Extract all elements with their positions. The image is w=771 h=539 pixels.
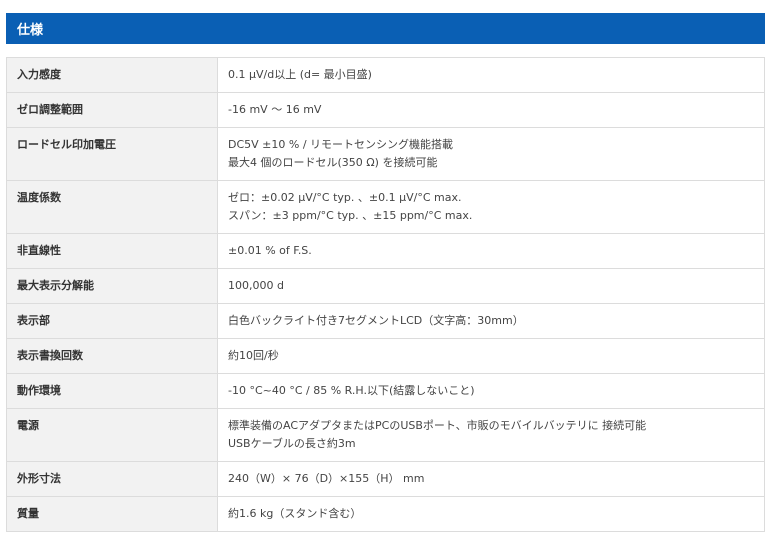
spec-value-line: USBケーブルの長さ約3m [228, 437, 356, 450]
table-row: 外形寸法 240（W）× 76（D）×155（H） mm [6, 461, 765, 497]
table-row: ロードセル印加電圧 DC5V ±10 % / リモートセンシング機能搭載 最大4… [6, 127, 765, 181]
spec-value-line: ±0.01 % of F.S. [228, 244, 312, 257]
table-row: 電源 標準装備のACアダプタまたはPCのUSBポート、市販のモバイルバッテリに … [6, 408, 765, 462]
spec-value-line: 240（W）× 76（D）×155（H） mm [228, 472, 425, 485]
spec-value: 0.1 μV/d以上 (d= 最小目盛) [217, 57, 765, 93]
spec-label: 外形寸法 [6, 461, 218, 497]
spec-value: 約10回/秒 [217, 338, 765, 374]
spec-value-line: DC5V ±10 % / リモートセンシング機能搭載 [228, 138, 454, 151]
spec-value: -10 °C~40 °C / 85 % R.H.以下(結露しないこと) [217, 373, 765, 409]
spec-label: 非直線性 [6, 233, 218, 269]
spec-value-line: 100,000 d [228, 279, 284, 292]
spec-value: 白色バックライト付き7セグメントLCD（文字高：30mm） [217, 303, 765, 339]
spec-value-line: ゼロ：±0.02 μV/°C typ. 、±0.1 μV/°C max. [228, 191, 462, 204]
spec-label: 質量 [6, 496, 218, 532]
table-row: 動作環境 -10 °C~40 °C / 85 % R.H.以下(結露しないこと) [6, 373, 765, 409]
spec-label: 動作環境 [6, 373, 218, 409]
table-row: 入力感度 0.1 μV/d以上 (d= 最小目盛) [6, 57, 765, 93]
spec-value-line: 最大4 個のロードセル(350 Ω) を接続可能 [228, 156, 438, 169]
spec-value: ±0.01 % of F.S. [217, 233, 765, 269]
spec-label: 表示書換回数 [6, 338, 218, 374]
table-row: 表示書換回数 約10回/秒 [6, 338, 765, 374]
spec-label: 電源 [6, 408, 218, 462]
spec-value: DC5V ±10 % / リモートセンシング機能搭載 最大4 個のロードセル(3… [217, 127, 765, 181]
spec-label: 入力感度 [6, 57, 218, 93]
section-title: 仕様 [17, 23, 44, 38]
spec-value-line: 約1.6 kg（スタンド含む） [228, 507, 362, 520]
spec-value-line: -16 mV ～ 16 mV [228, 103, 322, 116]
table-row: 最大表示分解能 100,000 d [6, 268, 765, 304]
spec-value: 約1.6 kg（スタンド含む） [217, 496, 765, 532]
spec-value: ゼロ：±0.02 μV/°C typ. 、±0.1 μV/°C max. スパン… [217, 180, 765, 234]
spec-label: 表示部 [6, 303, 218, 339]
table-row: ゼロ調整範囲 -16 mV ～ 16 mV [6, 92, 765, 128]
table-row: 非直線性 ±0.01 % of F.S. [6, 233, 765, 269]
spec-value: -16 mV ～ 16 mV [217, 92, 765, 128]
spec-label: ロードセル印加電圧 [6, 127, 218, 181]
spec-value-line: 標準装備のACアダプタまたはPCのUSBポート、市販のモバイルバッテリに 接続可… [228, 419, 647, 432]
table-row: 表示部 白色バックライト付き7セグメントLCD（文字高：30mm） [6, 303, 765, 339]
table-row: 温度係数 ゼロ：±0.02 μV/°C typ. 、±0.1 μV/°C max… [6, 180, 765, 234]
spec-value-line: 0.1 μV/d以上 (d= 最小目盛) [228, 68, 372, 81]
spec-label: 最大表示分解能 [6, 268, 218, 304]
table-row: 質量 約1.6 kg（スタンド含む） [6, 496, 765, 532]
spec-label: 温度係数 [6, 180, 218, 234]
spec-label: ゼロ調整範囲 [6, 92, 218, 128]
spec-value-line: -10 °C~40 °C / 85 % R.H.以下(結露しないこと) [228, 384, 475, 397]
spec-value: 100,000 d [217, 268, 765, 304]
spec-value: 標準装備のACアダプタまたはPCのUSBポート、市販のモバイルバッテリに 接続可… [217, 408, 765, 462]
spec-value-line: 白色バックライト付き7セグメントLCD（文字高：30mm） [228, 314, 524, 327]
spec-value: 240（W）× 76（D）×155（H） mm [217, 461, 765, 497]
spec-table: 入力感度 0.1 μV/d以上 (d= 最小目盛) ゼロ調整範囲 -16 mV … [6, 57, 765, 532]
spec-value-line: スパン：±3 ppm/°C typ. 、±15 ppm/°C max. [228, 209, 473, 222]
section-header: 仕様 [6, 13, 765, 44]
spec-value-line: 約10回/秒 [228, 349, 279, 362]
